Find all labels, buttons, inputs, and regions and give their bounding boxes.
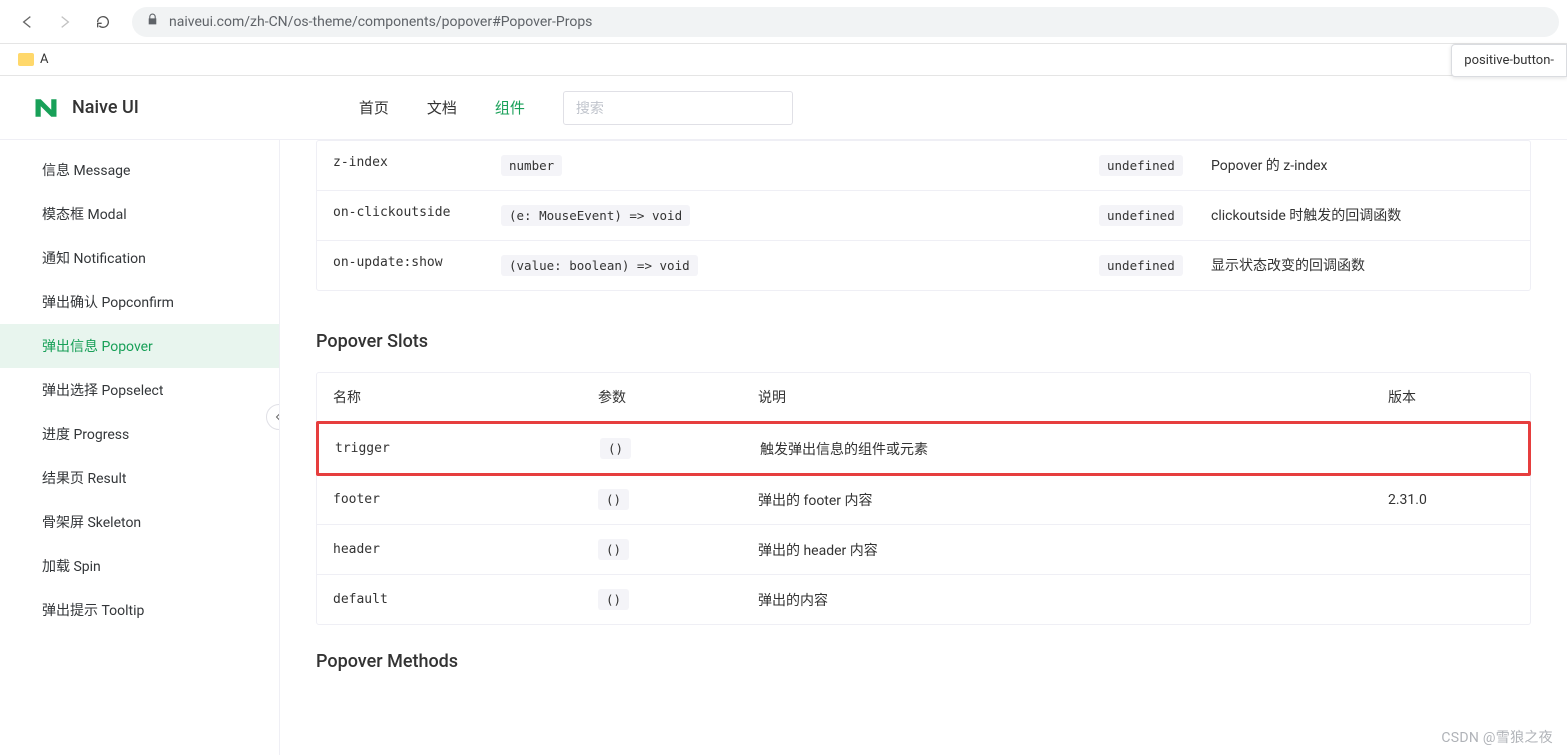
- sidebar-item-2[interactable]: 通知 Notification: [0, 236, 279, 280]
- sidebar: 信息 Message模态框 Modal通知 Notification弹出确认 P…: [0, 140, 280, 755]
- slot-row: footer()弹出的 footer 内容2.31.0: [317, 475, 1530, 525]
- prop-desc: Popover 的 z-index: [1211, 155, 1514, 175]
- prop-type: number: [501, 155, 1099, 176]
- sidebar-item-0[interactable]: 信息 Message: [0, 148, 279, 192]
- slot-row: default()弹出的内容: [317, 575, 1530, 624]
- props-row: z-indexnumberundefinedPopover 的 z-index: [317, 141, 1530, 191]
- slot-name: header: [333, 542, 598, 557]
- col-header-param: 参数: [598, 387, 758, 407]
- slot-name: default: [333, 592, 598, 607]
- sidebar-item-5[interactable]: 弹出选择 Popselect: [0, 368, 279, 412]
- slot-desc: 弹出的内容: [758, 590, 1388, 610]
- col-header-name: 名称: [333, 387, 598, 407]
- watermark: CSDN @雪狼之夜: [1441, 727, 1553, 747]
- sidebar-item-9[interactable]: 加载 Spin: [0, 544, 279, 588]
- prop-default: undefined: [1099, 255, 1211, 276]
- logo-text: Naive UI: [72, 97, 139, 118]
- prop-name: on-clickoutside: [333, 205, 501, 220]
- logo[interactable]: Naive UI: [32, 94, 139, 122]
- slot-param: (): [598, 589, 758, 610]
- nav-items: 首页 文档 组件: [359, 97, 525, 118]
- sidebar-item-4[interactable]: 弹出信息 Popover: [0, 324, 279, 368]
- slot-row: header()弹出的 header 内容: [317, 525, 1530, 575]
- sidebar-item-6[interactable]: 进度 Progress: [0, 412, 279, 456]
- slot-param: (): [598, 489, 758, 510]
- slot-desc: 弹出的 header 内容: [758, 540, 1388, 560]
- nav-item-1[interactable]: 文档: [427, 97, 457, 118]
- prop-desc: 显示状态改变的回调函数: [1211, 255, 1514, 275]
- main-content: z-indexnumberundefinedPopover 的 z-indexo…: [280, 140, 1567, 755]
- props-table: z-indexnumberundefinedPopover 的 z-indexo…: [316, 140, 1531, 291]
- logo-icon: [32, 94, 60, 122]
- slots-table-header: 名称 参数 说明 版本: [317, 373, 1530, 422]
- sidebar-item-1[interactable]: 模态框 Modal: [0, 192, 279, 236]
- nav-item-0[interactable]: 首页: [359, 97, 389, 118]
- slot-row: trigger()触发弹出信息的组件或元素: [316, 421, 1531, 476]
- folder-icon: [18, 53, 34, 66]
- sidebar-item-10[interactable]: 弹出提示 Tooltip: [0, 588, 279, 632]
- address-bar[interactable]: naiveui.com/zh-CN/os-theme/components/po…: [132, 7, 1559, 37]
- forward-button[interactable]: [48, 7, 82, 37]
- status-tooltip: positive-button-: [1451, 44, 1567, 77]
- back-button[interactable]: [10, 7, 44, 37]
- slot-desc: 触发弹出信息的组件或元素: [760, 439, 1390, 459]
- sidebar-item-8[interactable]: 骨架屏 Skeleton: [0, 500, 279, 544]
- slot-param: (): [600, 438, 760, 459]
- prop-desc: clickoutside 时触发的回调函数: [1211, 205, 1514, 225]
- slot-version: 2.31.0: [1388, 492, 1514, 508]
- slot-name: trigger: [335, 441, 600, 456]
- prop-type: (value: boolean) => void: [501, 255, 1099, 276]
- lock-icon: [146, 13, 159, 30]
- col-header-desc: 说明: [758, 387, 1388, 407]
- props-row: on-update:show(value: boolean) => voidun…: [317, 241, 1530, 290]
- reload-button[interactable]: [86, 7, 120, 37]
- browser-toolbar: naiveui.com/zh-CN/os-theme/components/po…: [0, 0, 1567, 44]
- props-row: on-clickoutside(e: MouseEvent) => voidun…: [317, 191, 1530, 241]
- search-input[interactable]: [563, 91, 793, 125]
- prop-name: z-index: [333, 155, 501, 170]
- prop-default: undefined: [1099, 205, 1211, 226]
- slot-desc: 弹出的 footer 内容: [758, 490, 1388, 510]
- bookmark-label: A: [40, 52, 48, 67]
- slots-table: 名称 参数 说明 版本 trigger()触发弹出信息的组件或元素footer(…: [316, 372, 1531, 625]
- sidebar-item-7[interactable]: 结果页 Result: [0, 456, 279, 500]
- nav-item-2[interactable]: 组件: [495, 97, 525, 118]
- methods-section-title: Popover Methods: [316, 651, 1531, 672]
- chevron-left-icon: [273, 411, 280, 423]
- sidebar-item-3[interactable]: 弹出确认 Popconfirm: [0, 280, 279, 324]
- app-header: Naive UI 首页 文档 组件: [0, 76, 1567, 140]
- prop-type: (e: MouseEvent) => void: [501, 205, 1099, 226]
- url-text: naiveui.com/zh-CN/os-theme/components/po…: [169, 14, 592, 30]
- slot-name: footer: [333, 492, 598, 507]
- bookmarks-bar: A: [0, 44, 1567, 76]
- prop-default: undefined: [1099, 155, 1211, 176]
- col-header-version: 版本: [1388, 387, 1514, 407]
- prop-name: on-update:show: [333, 255, 501, 270]
- slots-section-title: Popover Slots: [316, 331, 1531, 352]
- bookmark-folder[interactable]: A: [10, 50, 56, 69]
- slot-param: (): [598, 539, 758, 560]
